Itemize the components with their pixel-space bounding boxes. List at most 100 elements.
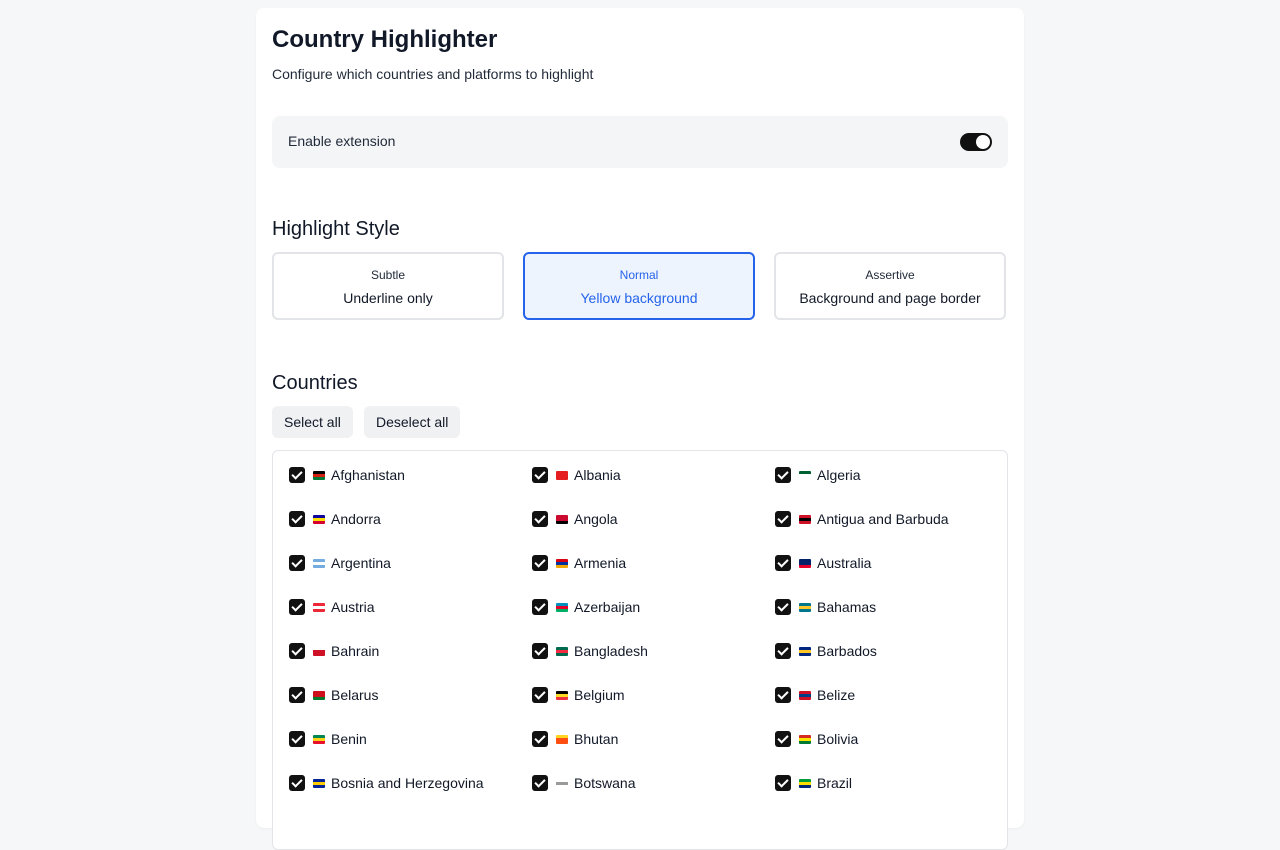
deselect-all-button[interactable]: Deselect all xyxy=(364,406,461,438)
country-item[interactable]: Bangladesh xyxy=(532,641,648,661)
country-item[interactable]: Antigua and Barbuda xyxy=(775,509,949,529)
enable-extension-label: Enable extension xyxy=(288,133,396,149)
country-item[interactable]: Bahamas xyxy=(775,597,876,617)
flag-icon xyxy=(799,558,811,568)
flag-icon xyxy=(313,602,325,612)
checkbox-checked-icon[interactable] xyxy=(532,775,548,791)
checkbox-checked-icon[interactable] xyxy=(775,643,791,659)
checkbox-checked-icon[interactable] xyxy=(775,687,791,703)
flag-icon xyxy=(313,734,325,744)
country-label: Argentina xyxy=(331,555,391,571)
checkbox-checked-icon[interactable] xyxy=(532,467,548,483)
country-item[interactable]: Australia xyxy=(775,553,871,573)
country-item[interactable]: Barbados xyxy=(775,641,877,661)
checkbox-checked-icon[interactable] xyxy=(289,687,305,703)
checkbox-checked-icon[interactable] xyxy=(532,643,548,659)
flag-icon xyxy=(799,470,811,480)
highlight-style-heading: Highlight Style xyxy=(272,218,400,240)
country-item[interactable]: Algeria xyxy=(775,465,861,485)
country-label: Belize xyxy=(817,687,856,703)
country-label: Barbados xyxy=(817,643,877,659)
country-label: Belarus xyxy=(331,687,379,703)
country-label: Bosnia and Herzegovina xyxy=(331,775,484,791)
flag-icon xyxy=(799,514,811,524)
page-subtitle: Configure which countries and platforms … xyxy=(272,66,594,82)
checkbox-checked-icon[interactable] xyxy=(532,511,548,527)
country-item[interactable]: Afghanistan xyxy=(289,465,405,485)
checkbox-checked-icon[interactable] xyxy=(775,775,791,791)
country-item[interactable]: Brazil xyxy=(775,773,852,793)
checkbox-checked-icon[interactable] xyxy=(532,731,548,747)
toggle-knob xyxy=(976,135,990,149)
flag-icon xyxy=(799,734,811,744)
checkbox-checked-icon[interactable] xyxy=(289,555,305,571)
style-option-name: Subtle xyxy=(370,268,406,282)
flag-icon xyxy=(313,558,325,568)
style-option-name: Assertive xyxy=(865,268,915,282)
country-label: Algeria xyxy=(817,467,861,483)
enable-extension-toggle[interactable] xyxy=(960,133,992,151)
flag-icon xyxy=(556,514,568,524)
country-label: Bangladesh xyxy=(574,643,648,659)
flag-icon xyxy=(313,646,325,656)
country-item[interactable]: Armenia xyxy=(532,553,626,573)
country-item[interactable]: Austria xyxy=(289,597,375,617)
country-label: Afghanistan xyxy=(331,467,405,483)
country-label: Armenia xyxy=(574,555,627,571)
country-label: Brazil xyxy=(817,775,853,791)
checkbox-checked-icon[interactable] xyxy=(775,599,791,615)
style-option-name: Normal xyxy=(619,268,659,282)
settings-card: Country Highlighter Configure which coun… xyxy=(256,8,1024,850)
checkbox-checked-icon[interactable] xyxy=(289,775,305,791)
country-label: Australia xyxy=(817,555,872,571)
country-item[interactable]: Bhutan xyxy=(532,729,618,749)
checkbox-checked-icon[interactable] xyxy=(532,687,548,703)
checkbox-checked-icon[interactable] xyxy=(289,467,305,483)
checkbox-checked-icon[interactable] xyxy=(289,731,305,747)
checkbox-checked-icon[interactable] xyxy=(775,555,791,571)
country-item[interactable]: Bahrain xyxy=(289,641,379,661)
country-list: Afghanistan Albania Algeria Andorra Angola An… xyxy=(272,450,1008,850)
country-item[interactable]: Andorra xyxy=(289,509,381,529)
country-item[interactable]: Albania xyxy=(532,465,621,485)
country-label: Angola xyxy=(574,511,618,527)
checkbox-checked-icon[interactable] xyxy=(775,731,791,747)
country-item[interactable]: Bosnia and Herzegovina xyxy=(289,773,484,793)
country-label: Bolivia xyxy=(817,731,859,747)
flag-icon xyxy=(556,646,568,656)
country-item[interactable]: Belarus xyxy=(289,685,378,705)
flag-icon xyxy=(556,734,568,744)
country-label: Albania xyxy=(574,467,621,483)
checkbox-checked-icon[interactable] xyxy=(532,555,548,571)
select-all-button[interactable]: Select all xyxy=(272,406,353,438)
flag-icon xyxy=(556,558,568,568)
country-item[interactable]: Belgium xyxy=(532,685,625,705)
country-label: Bhutan xyxy=(574,731,619,747)
checkbox-checked-icon[interactable] xyxy=(289,643,305,659)
checkbox-checked-icon[interactable] xyxy=(532,599,548,615)
flag-icon xyxy=(799,602,811,612)
style-option-assertive[interactable]: Assertive Background and page border xyxy=(774,252,1006,320)
country-item[interactable]: Benin xyxy=(289,729,367,749)
country-label: Botswana xyxy=(574,775,636,791)
country-item[interactable]: Angola xyxy=(532,509,618,529)
flag-icon xyxy=(556,470,568,480)
checkbox-checked-icon[interactable] xyxy=(775,467,791,483)
checkbox-checked-icon[interactable] xyxy=(289,511,305,527)
style-option-description: Background and page border xyxy=(799,290,981,306)
country-label: Belgium xyxy=(574,687,625,703)
countries-heading: Countries xyxy=(272,372,358,394)
flag-icon xyxy=(313,470,325,480)
country-label: Antigua and Barbuda xyxy=(817,511,949,527)
country-item[interactable]: Botswana xyxy=(532,773,635,793)
checkbox-checked-icon[interactable] xyxy=(289,599,305,615)
country-item[interactable]: Bolivia xyxy=(775,729,858,749)
flag-icon xyxy=(799,646,811,656)
style-option-normal[interactable]: Normal Yellow background xyxy=(523,252,755,320)
country-item[interactable]: Argentina xyxy=(289,553,391,573)
country-label: Benin xyxy=(331,731,367,747)
style-option-subtle[interactable]: Subtle Underline only xyxy=(272,252,504,320)
checkbox-checked-icon[interactable] xyxy=(775,511,791,527)
country-item[interactable]: Belize xyxy=(775,685,855,705)
country-item[interactable]: Azerbaijan xyxy=(532,597,640,617)
